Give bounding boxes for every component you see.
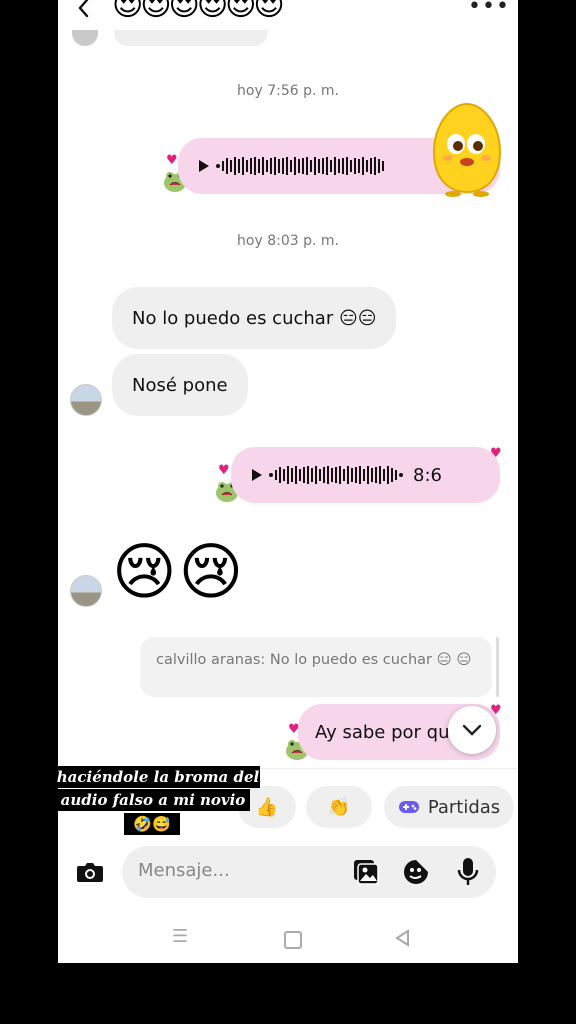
heart-reaction-icon: ♥ bbox=[218, 463, 230, 478]
gamepad-icon bbox=[398, 801, 419, 813]
sticker-icon[interactable] bbox=[402, 858, 430, 886]
avatar[interactable] bbox=[70, 575, 102, 607]
camera-button[interactable] bbox=[70, 852, 110, 892]
caption-emojis: 🤣😅 bbox=[124, 813, 180, 835]
play-icon[interactable] bbox=[198, 159, 210, 173]
reply-indicator-bar bbox=[496, 637, 499, 697]
yellow-character-sticker-icon bbox=[432, 102, 502, 197]
nav-home-button[interactable] bbox=[284, 931, 302, 949]
more-options-icon[interactable]: ••• bbox=[468, 0, 510, 19]
previous-message-bubble bbox=[114, 30, 268, 46]
message-text: No lo puedo es cuchar 😑😑 bbox=[132, 307, 377, 329]
voice-message-bubble[interactable]: 8:6 bbox=[231, 447, 500, 503]
audio-waveform bbox=[216, 157, 384, 175]
incoming-message[interactable]: No lo puedo es cuchar 😑😑 bbox=[112, 287, 397, 349]
nav-recents-button[interactable]: ☰ bbox=[172, 926, 188, 947]
scroll-to-bottom-button[interactable] bbox=[448, 706, 496, 754]
heart-reaction-icon: ♥ bbox=[490, 446, 502, 461]
chevron-down-icon bbox=[462, 724, 482, 736]
avatar bbox=[72, 30, 98, 46]
camera-icon bbox=[77, 863, 103, 882]
timestamp: hoy 7:56 p. m. bbox=[237, 83, 339, 99]
reply-quote[interactable]: calvillo aranas: No lo puedo es cuchar 😑… bbox=[140, 637, 492, 697]
back-arrow-icon[interactable] bbox=[72, 0, 96, 20]
heart-reaction-icon: ♥ bbox=[166, 153, 178, 168]
avatar[interactable] bbox=[70, 384, 102, 416]
emoji-message[interactable]: 😢😢 bbox=[112, 534, 245, 610]
timestamp: hoy 8:03 p. m. bbox=[237, 233, 339, 249]
message-text: Ay sabe por qu bbox=[315, 721, 450, 743]
caption-line: haciéndole la broma del bbox=[56, 766, 260, 788]
header-emojis: 😍😍😍😍😍😍 bbox=[112, 0, 285, 23]
gallery-icon[interactable] bbox=[352, 858, 380, 886]
nav-back-button[interactable] bbox=[394, 929, 410, 947]
audio-waveform bbox=[269, 466, 403, 484]
games-label: Partidas bbox=[427, 796, 501, 818]
caption-line: audio falso a mi novio bbox=[56, 789, 250, 811]
play-icon[interactable] bbox=[251, 468, 263, 482]
message-text: Nosé pone bbox=[132, 374, 228, 396]
message-input-placeholder[interactable]: Mensaje... bbox=[138, 860, 230, 881]
voice-duration: 8:6 bbox=[413, 464, 442, 486]
games-button[interactable]: Partidas bbox=[384, 786, 514, 828]
microphone-icon[interactable] bbox=[456, 857, 480, 887]
quick-reply-clap[interactable]: 👏 bbox=[306, 786, 372, 828]
incoming-message[interactable]: Nosé pone bbox=[112, 354, 248, 416]
